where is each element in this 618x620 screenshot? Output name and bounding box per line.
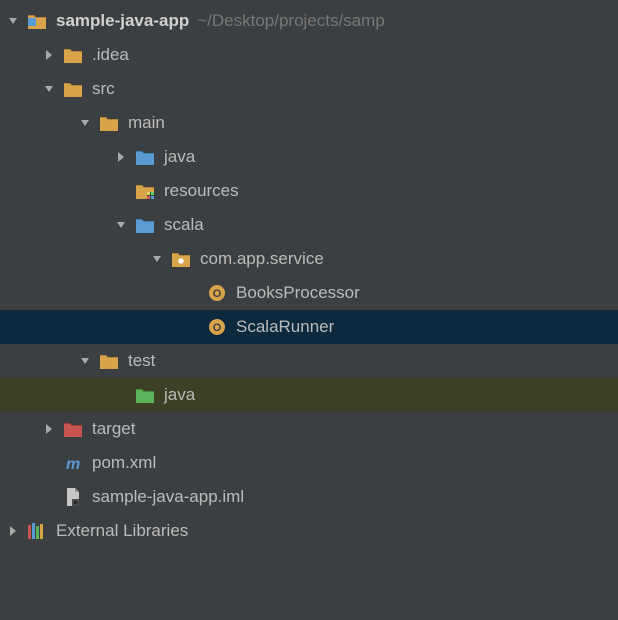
excluded-folder-icon — [62, 418, 84, 440]
package-icon — [170, 248, 192, 270]
node-label: sample-java-app.iml — [92, 487, 244, 507]
svg-text:O: O — [213, 288, 222, 300]
tree-node-resources[interactable]: resources — [0, 174, 618, 208]
chevron-right-icon[interactable] — [40, 420, 58, 438]
node-label: External Libraries — [56, 521, 188, 541]
tree-node-java[interactable]: java — [0, 140, 618, 174]
node-label: scala — [164, 215, 204, 235]
test-source-folder-icon — [134, 384, 156, 406]
chevron-down-icon[interactable] — [112, 216, 130, 234]
node-label: src — [92, 79, 115, 99]
node-label: java — [164, 385, 195, 405]
node-label: resources — [164, 181, 239, 201]
tree-node-src[interactable]: src — [0, 72, 618, 106]
svg-text:m: m — [66, 456, 80, 472]
node-label: BooksProcessor — [236, 283, 360, 303]
tree-node-root[interactable]: sample-java-app ~/Desktop/projects/samp — [0, 4, 618, 38]
tree-node-scala-runner[interactable]: O ScalaRunner — [0, 310, 618, 344]
module-folder-icon — [26, 10, 48, 32]
folder-icon — [62, 44, 84, 66]
chevron-right-icon[interactable] — [4, 522, 22, 540]
node-label: test — [128, 351, 155, 371]
chevron-right-icon[interactable] — [112, 148, 130, 166]
node-label: sample-java-app — [56, 11, 189, 31]
maven-icon: m — [62, 452, 84, 474]
node-label: pom.xml — [92, 453, 156, 473]
file-icon — [62, 486, 84, 508]
tree-node-iml[interactable]: sample-java-app.iml — [0, 480, 618, 514]
chevron-down-icon[interactable] — [4, 12, 22, 30]
chevron-down-icon[interactable] — [40, 80, 58, 98]
tree-node-main[interactable]: main — [0, 106, 618, 140]
scala-object-icon: O — [206, 316, 228, 338]
chevron-right-icon[interactable] — [40, 46, 58, 64]
tree-node-test[interactable]: test — [0, 344, 618, 378]
project-tree: sample-java-app ~/Desktop/projects/samp … — [0, 0, 618, 548]
scala-object-icon: O — [206, 282, 228, 304]
svg-text:O: O — [213, 322, 222, 334]
tree-node-idea[interactable]: .idea — [0, 38, 618, 72]
tree-node-books-processor[interactable]: O BooksProcessor — [0, 276, 618, 310]
folder-icon — [98, 112, 120, 134]
node-label: java — [164, 147, 195, 167]
node-label: com.app.service — [200, 249, 324, 269]
chevron-down-icon[interactable] — [148, 250, 166, 268]
chevron-down-icon[interactable] — [76, 114, 94, 132]
libraries-icon — [26, 520, 48, 542]
source-folder-icon — [134, 146, 156, 168]
chevron-down-icon[interactable] — [76, 352, 94, 370]
node-label: target — [92, 419, 135, 439]
resources-folder-icon — [134, 180, 156, 202]
folder-icon — [98, 350, 120, 372]
tree-node-target[interactable]: target — [0, 412, 618, 446]
tree-node-pom[interactable]: m pom.xml — [0, 446, 618, 480]
folder-icon — [62, 78, 84, 100]
source-folder-icon — [134, 214, 156, 236]
tree-node-external-libraries[interactable]: External Libraries — [0, 514, 618, 548]
tree-node-scala[interactable]: scala — [0, 208, 618, 242]
tree-node-test-java[interactable]: java — [0, 378, 618, 412]
tree-node-package[interactable]: com.app.service — [0, 242, 618, 276]
node-label: main — [128, 113, 165, 133]
node-label: ScalaRunner — [236, 317, 334, 337]
node-label: .idea — [92, 45, 129, 65]
node-path: ~/Desktop/projects/samp — [197, 11, 385, 31]
